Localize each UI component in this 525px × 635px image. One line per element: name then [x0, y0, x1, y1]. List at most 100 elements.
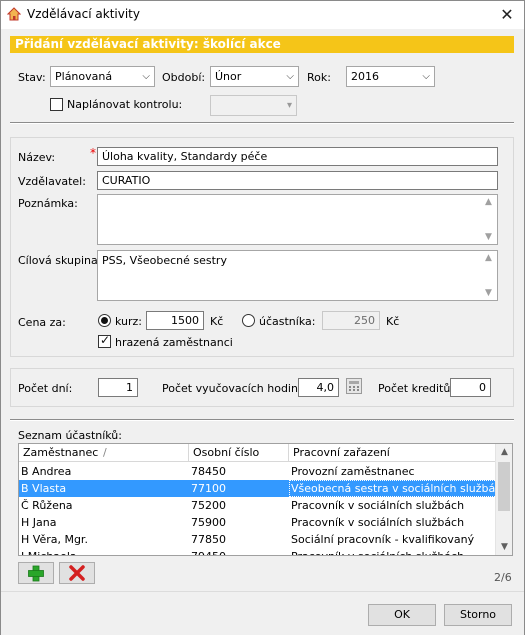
divider [10, 122, 514, 124]
cilova-value: PSS, Všeobecné sestry [102, 254, 227, 267]
participants-title: Seznam účastníků: [18, 429, 122, 442]
table-cell: 75900 [191, 516, 226, 529]
nazev-input[interactable]: Úloha kvality, Standardy péče [97, 147, 498, 166]
kontrola-checkbox[interactable] [50, 98, 63, 111]
cena-label: Cena za: [18, 316, 66, 329]
sort-indicator-icon: / [103, 446, 107, 459]
table-cell: Pracovník v sociálních službách [291, 516, 465, 529]
hrazena-checkbox[interactable] [98, 333, 111, 348]
column-header-osobni-cislo[interactable]: Osobní číslo [189, 444, 289, 462]
poznamka-label: Poznámka: [18, 197, 78, 210]
table-cell: B Vlasta [21, 482, 67, 495]
table-cell: 77850 [191, 533, 226, 546]
obdobi-value: Únor [215, 70, 242, 83]
hodin-label: Počet vyučovacích hodin: [162, 382, 302, 395]
scroll-up-icon[interactable]: ▲ [480, 197, 497, 207]
pager-text: 2/6 [494, 571, 512, 584]
remove-participant-button[interactable] [59, 562, 95, 584]
rok-label: Rok: [307, 71, 331, 84]
cancel-button[interactable]: Storno [444, 604, 512, 626]
table-cell: Č Růžena [21, 499, 73, 512]
scroll-down-icon[interactable]: ▼ [480, 288, 497, 298]
dni-label: Počet dní: [18, 382, 73, 395]
obdobi-label: Období: [162, 71, 206, 84]
stav-label: Stav: [18, 71, 46, 84]
table-cell: J Michaela [19, 548, 189, 555]
table-row[interactable]: J Michaela79450Pracovník v sociálních sl… [19, 548, 497, 555]
hodin-input[interactable]: 4,0 [298, 378, 339, 397]
kurz-unit: Kč [210, 315, 224, 328]
divider [10, 419, 514, 421]
poznamka-textarea[interactable]: ▲ ▼ [97, 194, 498, 245]
grid-scrollbar[interactable]: ▲ ▼ [495, 444, 512, 555]
rok-select[interactable]: 2016 ⌵ [346, 66, 435, 87]
column-label: Zaměstnanec [23, 446, 99, 459]
title-bar: Vzdělávací aktivity ✕ [1, 1, 524, 29]
table-row[interactable]: H Jana 75900 Pracovník v sociálních službá… [19, 514, 497, 531]
table-cell: Pracovník v sociálních službách [289, 548, 497, 555]
nazev-label: Název: [18, 151, 56, 164]
chevron-down-icon: ⌵ [142, 71, 150, 82]
ucastnika-unit: Kč [386, 315, 400, 328]
stav-select[interactable]: Plánovaná ⌵ [50, 66, 155, 87]
table-row[interactable]: B Andrea 78450 Provozní zaměstnanec [19, 463, 497, 480]
plus-icon [28, 565, 44, 582]
chevron-down-icon: ⌵ [422, 71, 430, 82]
kontrola-label: Naplánovat kontrolu: [67, 98, 183, 111]
cilova-scrollbar[interactable]: ▲ ▼ [480, 251, 497, 300]
table-cell: B Andrea [21, 465, 72, 478]
column-header-pracovni-zarazeni[interactable]: Pracovní zařazení [289, 444, 497, 462]
table-cell: 79450 [189, 548, 289, 555]
table-row[interactable]: Č Růžena 75200 Pracovník v sociálních služ… [19, 497, 497, 514]
add-participant-button[interactable] [18, 562, 54, 584]
kurz-input[interactable]: 1500 [146, 311, 204, 330]
chevron-down-icon: ⌵ [286, 71, 294, 82]
dni-input[interactable]: 1 [98, 378, 138, 397]
table-cell: Pracovník v sociálních službách [291, 499, 465, 512]
chevron-down-icon: ▾ [286, 100, 292, 111]
table-cell: Provozní zaměstnanec [291, 465, 415, 478]
table-cell: 78450 [191, 465, 226, 478]
rok-value: 2016 [351, 70, 379, 83]
kreditu-label: Počet kreditů: [378, 382, 455, 395]
calculator-icon[interactable] [346, 378, 362, 394]
table-cell: H Jana [21, 516, 57, 529]
table-cell: H Věra, Mgr. [21, 533, 88, 546]
ok-button[interactable]: OK [368, 604, 436, 626]
table-cell: 77100 [191, 482, 226, 495]
house-icon [7, 7, 21, 21]
scroll-down-icon[interactable]: ▼ [480, 232, 497, 242]
participants-grid[interactable]: Zaměstnanec / Osobní číslo Pracovní zařa… [18, 443, 513, 556]
scrollbar-thumb[interactable] [498, 462, 510, 511]
obdobi-select[interactable]: Únor ⌵ [210, 66, 299, 87]
table-row[interactable]: B Vlasta 77100 Všeobecná sestra v sociální… [19, 480, 497, 497]
ucastnika-radio[interactable] [242, 314, 255, 327]
table-row[interactable]: H Věra, Mgr. 77850 Sociální pracovník - kv… [19, 531, 497, 548]
table-cell: Sociální pracovník - kvalifikovaný [291, 533, 475, 546]
stav-value: Plánovaná [55, 70, 113, 83]
kurz-label: kurz: [115, 315, 143, 328]
dialog-window: Vzdělávací aktivity ✕ Přidání vzdělávací… [0, 0, 525, 635]
ucastnika-label: účastníka: [259, 315, 316, 328]
kurz-radio[interactable] [98, 314, 111, 327]
scroll-up-icon[interactable]: ▲ [480, 253, 497, 263]
poznamka-scrollbar[interactable]: ▲ ▼ [480, 195, 497, 244]
required-marker: * [90, 146, 96, 160]
cilova-label: Cílová skupina: [18, 254, 102, 267]
ucastnika-input[interactable]: 250 [322, 311, 380, 330]
grid-header: Zaměstnanec / Osobní číslo Pracovní zařa… [19, 444, 497, 462]
kreditu-input[interactable]: 0 [450, 378, 491, 397]
scroll-up-icon[interactable]: ▲ [496, 447, 512, 457]
kontrola-select[interactable]: ▾ [210, 95, 297, 116]
vzdelavatel-input[interactable]: CURATIO [97, 171, 498, 190]
mode-banner: Přidání vzdělávací aktivity: školící akc… [10, 36, 514, 53]
table-cell: Všeobecná sestra v sociálních službách [289, 480, 497, 497]
scroll-down-icon[interactable]: ▼ [496, 542, 512, 552]
table-cell: 75200 [191, 499, 226, 512]
window-title: Vzdělávací aktivity [27, 7, 140, 21]
hrazena-label: hrazená zaměstnanci [115, 336, 233, 349]
column-header-zamestnanec[interactable]: Zaměstnanec / [19, 444, 189, 462]
cilova-textarea[interactable]: PSS, Všeobecné sestry ▲ ▼ [97, 250, 498, 301]
close-icon[interactable]: ✕ [490, 1, 524, 29]
vzdelavatel-label: Vzdělavatel: [18, 175, 86, 188]
